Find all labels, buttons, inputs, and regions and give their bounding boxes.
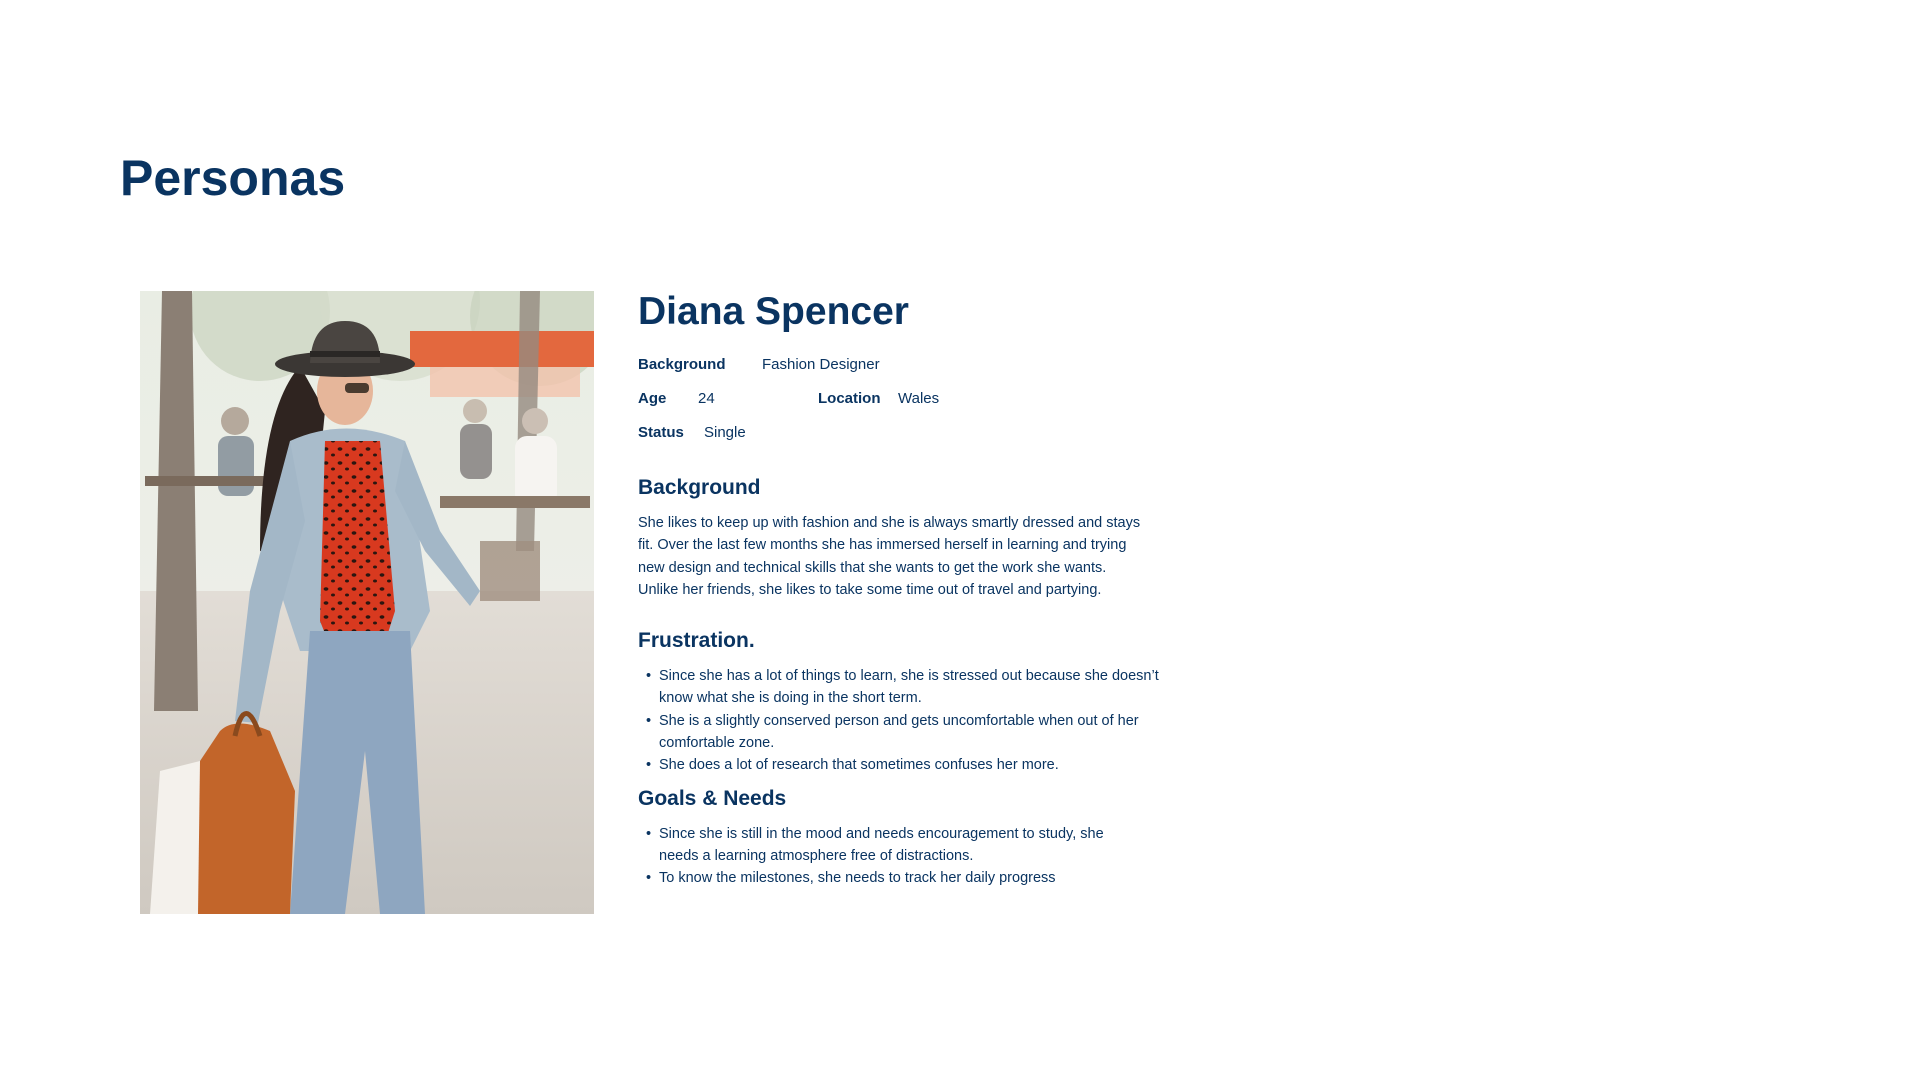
frustration-heading: Frustration.: [638, 629, 755, 653]
bullet-icon: •: [646, 668, 652, 685]
list-item: • She is a slightly conserved person and…: [638, 710, 1198, 755]
list-item: • She does a lot of research that someti…: [638, 754, 1198, 776]
list-item-line: Since she has a lot of things to learn, …: [659, 668, 1159, 685]
fact-value-location: Wales: [898, 390, 940, 407]
goals-list: • Since she is still in the mood and nee…: [638, 823, 1198, 890]
list-item-line: needs a learning atmosphere free of dist…: [659, 847, 974, 864]
bullet-icon: •: [646, 825, 652, 842]
fact-row-status: Status Single: [638, 416, 1198, 450]
fact-row-age-location: Age 24 Location Wales: [638, 382, 1198, 416]
list-item-line: comfortable zone.: [659, 735, 775, 752]
list-item: • Since she has a lot of things to learn…: [638, 665, 1198, 710]
fact-label-status: Status: [638, 424, 684, 441]
bullet-icon: •: [646, 757, 652, 774]
persona-photo: [140, 291, 594, 914]
background-line: Unlike her friends, she likes to take so…: [638, 581, 1102, 598]
fact-value-background: Fashion Designer: [762, 356, 880, 373]
fact-row-background: Background Fashion Designer: [638, 348, 1198, 382]
list-item-line: She is a slightly conserved person and g…: [659, 712, 1139, 729]
persona-facts: Background Fashion Designer Age 24 Location…: [638, 348, 1198, 450]
list-item: • Since she is still in the mood and nee…: [638, 823, 1198, 868]
background-line: She likes to keep up with fashion and sh…: [638, 515, 1141, 531]
list-item-line: know what she is doing in the short term…: [659, 690, 922, 707]
frustration-list: • Since she has a lot of things to learn…: [638, 665, 1198, 776]
persona-name: Diana Spencer: [638, 290, 909, 333]
page-title: Personas: [120, 150, 346, 206]
persona-info: Diana Spencer Background Fashion Designer…: [638, 286, 1198, 890]
fact-value-status: Single: [704, 424, 746, 441]
list-item-line: Since she is still in the mood and needs…: [659, 825, 1104, 842]
list-item: • To know the milestones, she needs to t…: [638, 867, 1198, 889]
goals-heading: Goals & Needs: [638, 786, 787, 810]
background-heading: Background: [638, 476, 761, 499]
list-item-line: To know the milestones, she needs to tra…: [659, 870, 1056, 887]
background-paragraph: She likes to keep up with fashion and sh…: [638, 512, 1198, 601]
list-item-line: She does a lot of research that sometime…: [659, 757, 1059, 774]
fact-value-age: 24: [698, 390, 715, 407]
fact-label-age: Age: [638, 390, 667, 407]
fact-label-background: Background: [638, 356, 726, 373]
bullet-icon: •: [646, 870, 652, 887]
fact-label-location: Location: [818, 390, 881, 407]
bullet-icon: •: [646, 712, 652, 729]
background-line: new design and technical skills that she…: [638, 559, 1107, 576]
background-line: fit. Over the last few months she has im…: [638, 537, 1127, 554]
